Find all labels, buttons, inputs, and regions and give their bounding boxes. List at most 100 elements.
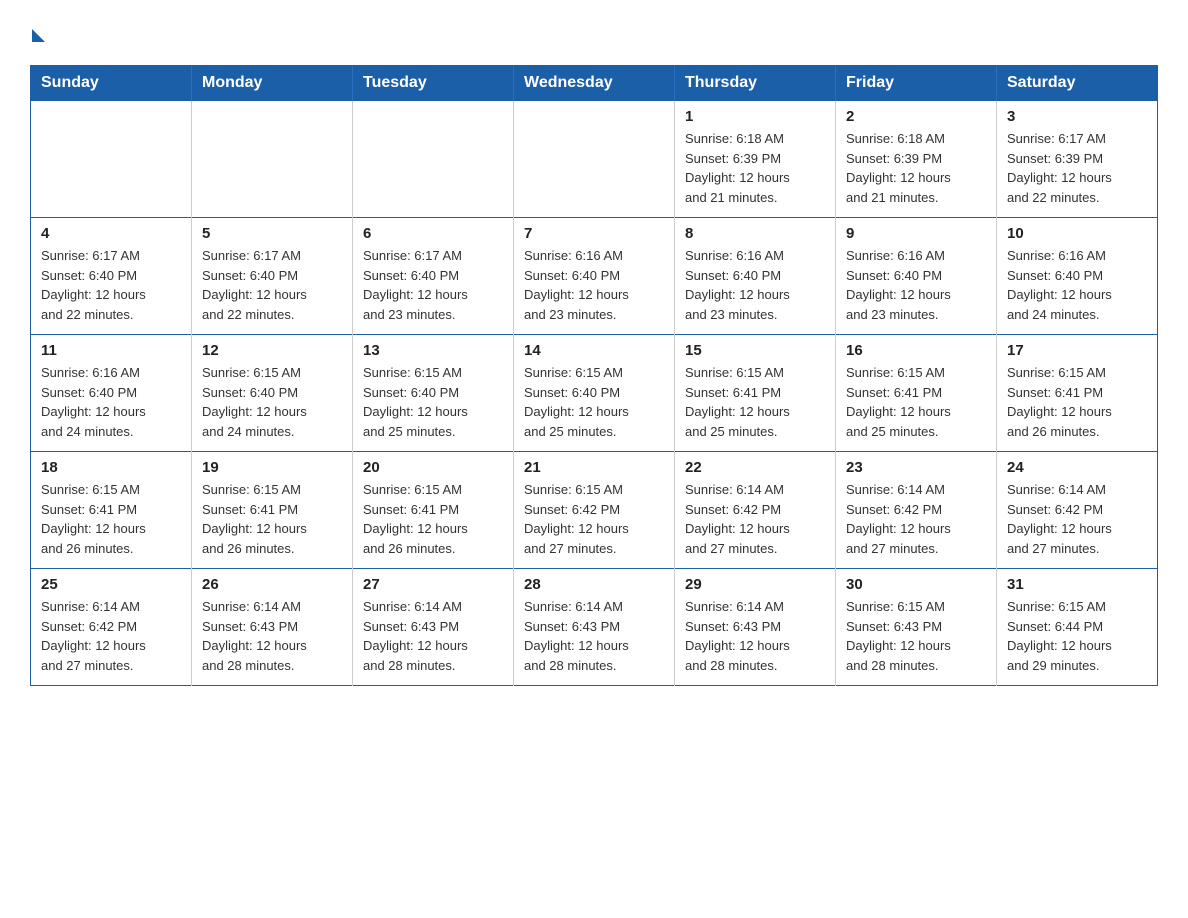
calendar-cell-w1-d1 [31,101,192,218]
day-number: 25 [41,576,181,593]
weekday-header-sunday: Sunday [31,66,192,101]
day-info: Sunrise: 6:16 AMSunset: 6:40 PMDaylight:… [41,363,181,441]
day-number: 6 [363,225,503,242]
calendar-cell-w3-d7: 17Sunrise: 6:15 AMSunset: 6:41 PMDayligh… [997,335,1158,452]
calendar-cell-w2-d6: 9 Sunrise: 6:16 AMSunset: 6:40 PMDaylight… [836,218,997,335]
day-number: 9 [846,225,986,242]
day-info: Sunrise: 6:14 AMSunset: 6:43 PMDaylight:… [524,597,664,675]
day-info: Sunrise: 6:15 AMSunset: 6:40 PMDaylight:… [363,363,503,441]
day-info: Sunrise: 6:14 AMSunset: 6:42 PMDaylight:… [41,597,181,675]
logo [30,20,45,47]
day-number: 10 [1007,225,1147,242]
day-number: 1 [685,108,825,125]
calendar-cell-w2-d3: 6 Sunrise: 6:17 AMSunset: 6:40 PMDaylight… [353,218,514,335]
day-number: 15 [685,342,825,359]
day-info: Sunrise: 6:14 AMSunset: 6:42 PMDaylight:… [685,480,825,558]
day-number: 3 [1007,108,1147,125]
calendar-cell-w5-d7: 31 Sunrise: 6:15 AMSunset: 6:44 PMDayligh… [997,569,1158,686]
day-info: Sunrise: 6:17 AMSunset: 6:40 PMDaylight:… [41,246,181,324]
day-number: 4 [41,225,181,242]
day-info: Sunrise: 6:15 AMSunset: 6:41 PMDaylight:… [41,480,181,558]
calendar-cell-w4-d4: 21 Sunrise: 6:15 AMSunset: 6:42 PMDayligh… [514,452,675,569]
day-number: 26 [202,576,342,593]
day-info: Sunrise: 6:14 AMSunset: 6:42 PMDaylight:… [1007,480,1147,558]
day-info: Sunrise: 6:17 AMSunset: 6:40 PMDaylight:… [363,246,503,324]
day-info: Sunrise: 6:18 AMSunset: 6:39 PMDaylight:… [846,129,986,207]
calendar-table: SundayMondayTuesdayWednesdayThursdayFrid… [30,65,1158,686]
calendar-cell-w2-d1: 4 Sunrise: 6:17 AMSunset: 6:40 PMDaylight… [31,218,192,335]
day-info: Sunrise: 6:14 AMSunset: 6:43 PMDaylight:… [363,597,503,675]
day-number: 14 [524,342,664,359]
calendar-cell-w4-d5: 22 Sunrise: 6:14 AMSunset: 6:42 PMDayligh… [675,452,836,569]
day-number: 18 [41,459,181,476]
day-number: 5 [202,225,342,242]
calendar-cell-w1-d5: 1 Sunrise: 6:18 AMSunset: 6:39 PMDaylight… [675,101,836,218]
day-number: 22 [685,459,825,476]
day-number: 12 [202,342,342,359]
day-number: 23 [846,459,986,476]
day-info: Sunrise: 6:15 AMSunset: 6:41 PMDaylight:… [363,480,503,558]
calendar-cell-w3-d4: 14 Sunrise: 6:15 AMSunset: 6:40 PMDayligh… [514,335,675,452]
day-number: 28 [524,576,664,593]
calendar-cell-w1-d3 [353,101,514,218]
day-number: 2 [846,108,986,125]
page-header [30,20,1158,47]
calendar-cell-w1-d2 [192,101,353,218]
day-info: Sunrise: 6:15 AMSunset: 6:40 PMDaylight:… [524,363,664,441]
calendar-cell-w4-d2: 19Sunrise: 6:15 AMSunset: 6:41 PMDayligh… [192,452,353,569]
day-info: Sunrise: 6:15 AMSunset: 6:43 PMDaylight:… [846,597,986,675]
day-info: Sunrise: 6:16 AMSunset: 6:40 PMDaylight:… [846,246,986,324]
day-info: Sunrise: 6:14 AMSunset: 6:43 PMDaylight:… [685,597,825,675]
day-number: 11 [41,342,181,359]
calendar-cell-w3-d3: 13 Sunrise: 6:15 AMSunset: 6:40 PMDayligh… [353,335,514,452]
calendar-cell-w2-d4: 7Sunrise: 6:16 AMSunset: 6:40 PMDaylight… [514,218,675,335]
week-row-3: 11 Sunrise: 6:16 AMSunset: 6:40 PMDayligh… [31,335,1158,452]
calendar-cell-w4-d3: 20 Sunrise: 6:15 AMSunset: 6:41 PMDayligh… [353,452,514,569]
calendar-cell-w2-d5: 8Sunrise: 6:16 AMSunset: 6:40 PMDaylight… [675,218,836,335]
calendar-cell-w1-d7: 3 Sunrise: 6:17 AMSunset: 6:39 PMDaylight… [997,101,1158,218]
day-number: 31 [1007,576,1147,593]
day-info: Sunrise: 6:16 AMSunset: 6:40 PMDaylight:… [685,246,825,324]
day-info: Sunrise: 6:14 AMSunset: 6:42 PMDaylight:… [846,480,986,558]
calendar-cell-w5-d2: 26 Sunrise: 6:14 AMSunset: 6:43 PMDayligh… [192,569,353,686]
weekday-header-monday: Monday [192,66,353,101]
calendar-cell-w3-d1: 11 Sunrise: 6:16 AMSunset: 6:40 PMDayligh… [31,335,192,452]
day-info: Sunrise: 6:16 AMSunset: 6:40 PMDaylight:… [1007,246,1147,324]
calendar-cell-w5-d5: 29 Sunrise: 6:14 AMSunset: 6:43 PMDayligh… [675,569,836,686]
week-row-5: 25 Sunrise: 6:14 AMSunset: 6:42 PMDayligh… [31,569,1158,686]
week-row-4: 18 Sunrise: 6:15 AMSunset: 6:41 PMDayligh… [31,452,1158,569]
day-info: Sunrise: 6:15 AMSunset: 6:41 PMDaylight:… [202,480,342,558]
calendar-cell-w2-d2: 5 Sunrise: 6:17 AMSunset: 6:40 PMDaylight… [192,218,353,335]
calendar-cell-w5-d1: 25 Sunrise: 6:14 AMSunset: 6:42 PMDayligh… [31,569,192,686]
day-info: Sunrise: 6:15 AMSunset: 6:40 PMDaylight:… [202,363,342,441]
day-info: Sunrise: 6:15 AMSunset: 6:42 PMDaylight:… [524,480,664,558]
calendar-cell-w4-d6: 23 Sunrise: 6:14 AMSunset: 6:42 PMDayligh… [836,452,997,569]
day-number: 17 [1007,342,1147,359]
weekday-header-thursday: Thursday [675,66,836,101]
calendar-cell-w3-d2: 12 Sunrise: 6:15 AMSunset: 6:40 PMDayligh… [192,335,353,452]
day-info: Sunrise: 6:17 AMSunset: 6:40 PMDaylight:… [202,246,342,324]
day-info: Sunrise: 6:18 AMSunset: 6:39 PMDaylight:… [685,129,825,207]
weekday-header-wednesday: Wednesday [514,66,675,101]
calendar-cell-w4-d1: 18 Sunrise: 6:15 AMSunset: 6:41 PMDayligh… [31,452,192,569]
day-info: Sunrise: 6:17 AMSunset: 6:39 PMDaylight:… [1007,129,1147,207]
week-row-1: 1 Sunrise: 6:18 AMSunset: 6:39 PMDaylight… [31,101,1158,218]
day-number: 20 [363,459,503,476]
calendar-cell-w5-d6: 30 Sunrise: 6:15 AMSunset: 6:43 PMDayligh… [836,569,997,686]
day-info: Sunrise: 6:16 AMSunset: 6:40 PMDaylight:… [524,246,664,324]
calendar-cell-w4-d7: 24 Sunrise: 6:14 AMSunset: 6:42 PMDayligh… [997,452,1158,569]
week-row-2: 4 Sunrise: 6:17 AMSunset: 6:40 PMDaylight… [31,218,1158,335]
calendar-cell-w3-d6: 16Sunrise: 6:15 AMSunset: 6:41 PMDayligh… [836,335,997,452]
calendar-cell-w5-d3: 27 Sunrise: 6:14 AMSunset: 6:43 PMDayligh… [353,569,514,686]
day-number: 29 [685,576,825,593]
day-number: 27 [363,576,503,593]
day-number: 13 [363,342,503,359]
weekday-header-tuesday: Tuesday [353,66,514,101]
day-number: 21 [524,459,664,476]
day-info: Sunrise: 6:14 AMSunset: 6:43 PMDaylight:… [202,597,342,675]
calendar-cell-w1-d4 [514,101,675,218]
day-number: 16 [846,342,986,359]
day-info: Sunrise: 6:15 AMSunset: 6:44 PMDaylight:… [1007,597,1147,675]
day-number: 30 [846,576,986,593]
day-number: 24 [1007,459,1147,476]
